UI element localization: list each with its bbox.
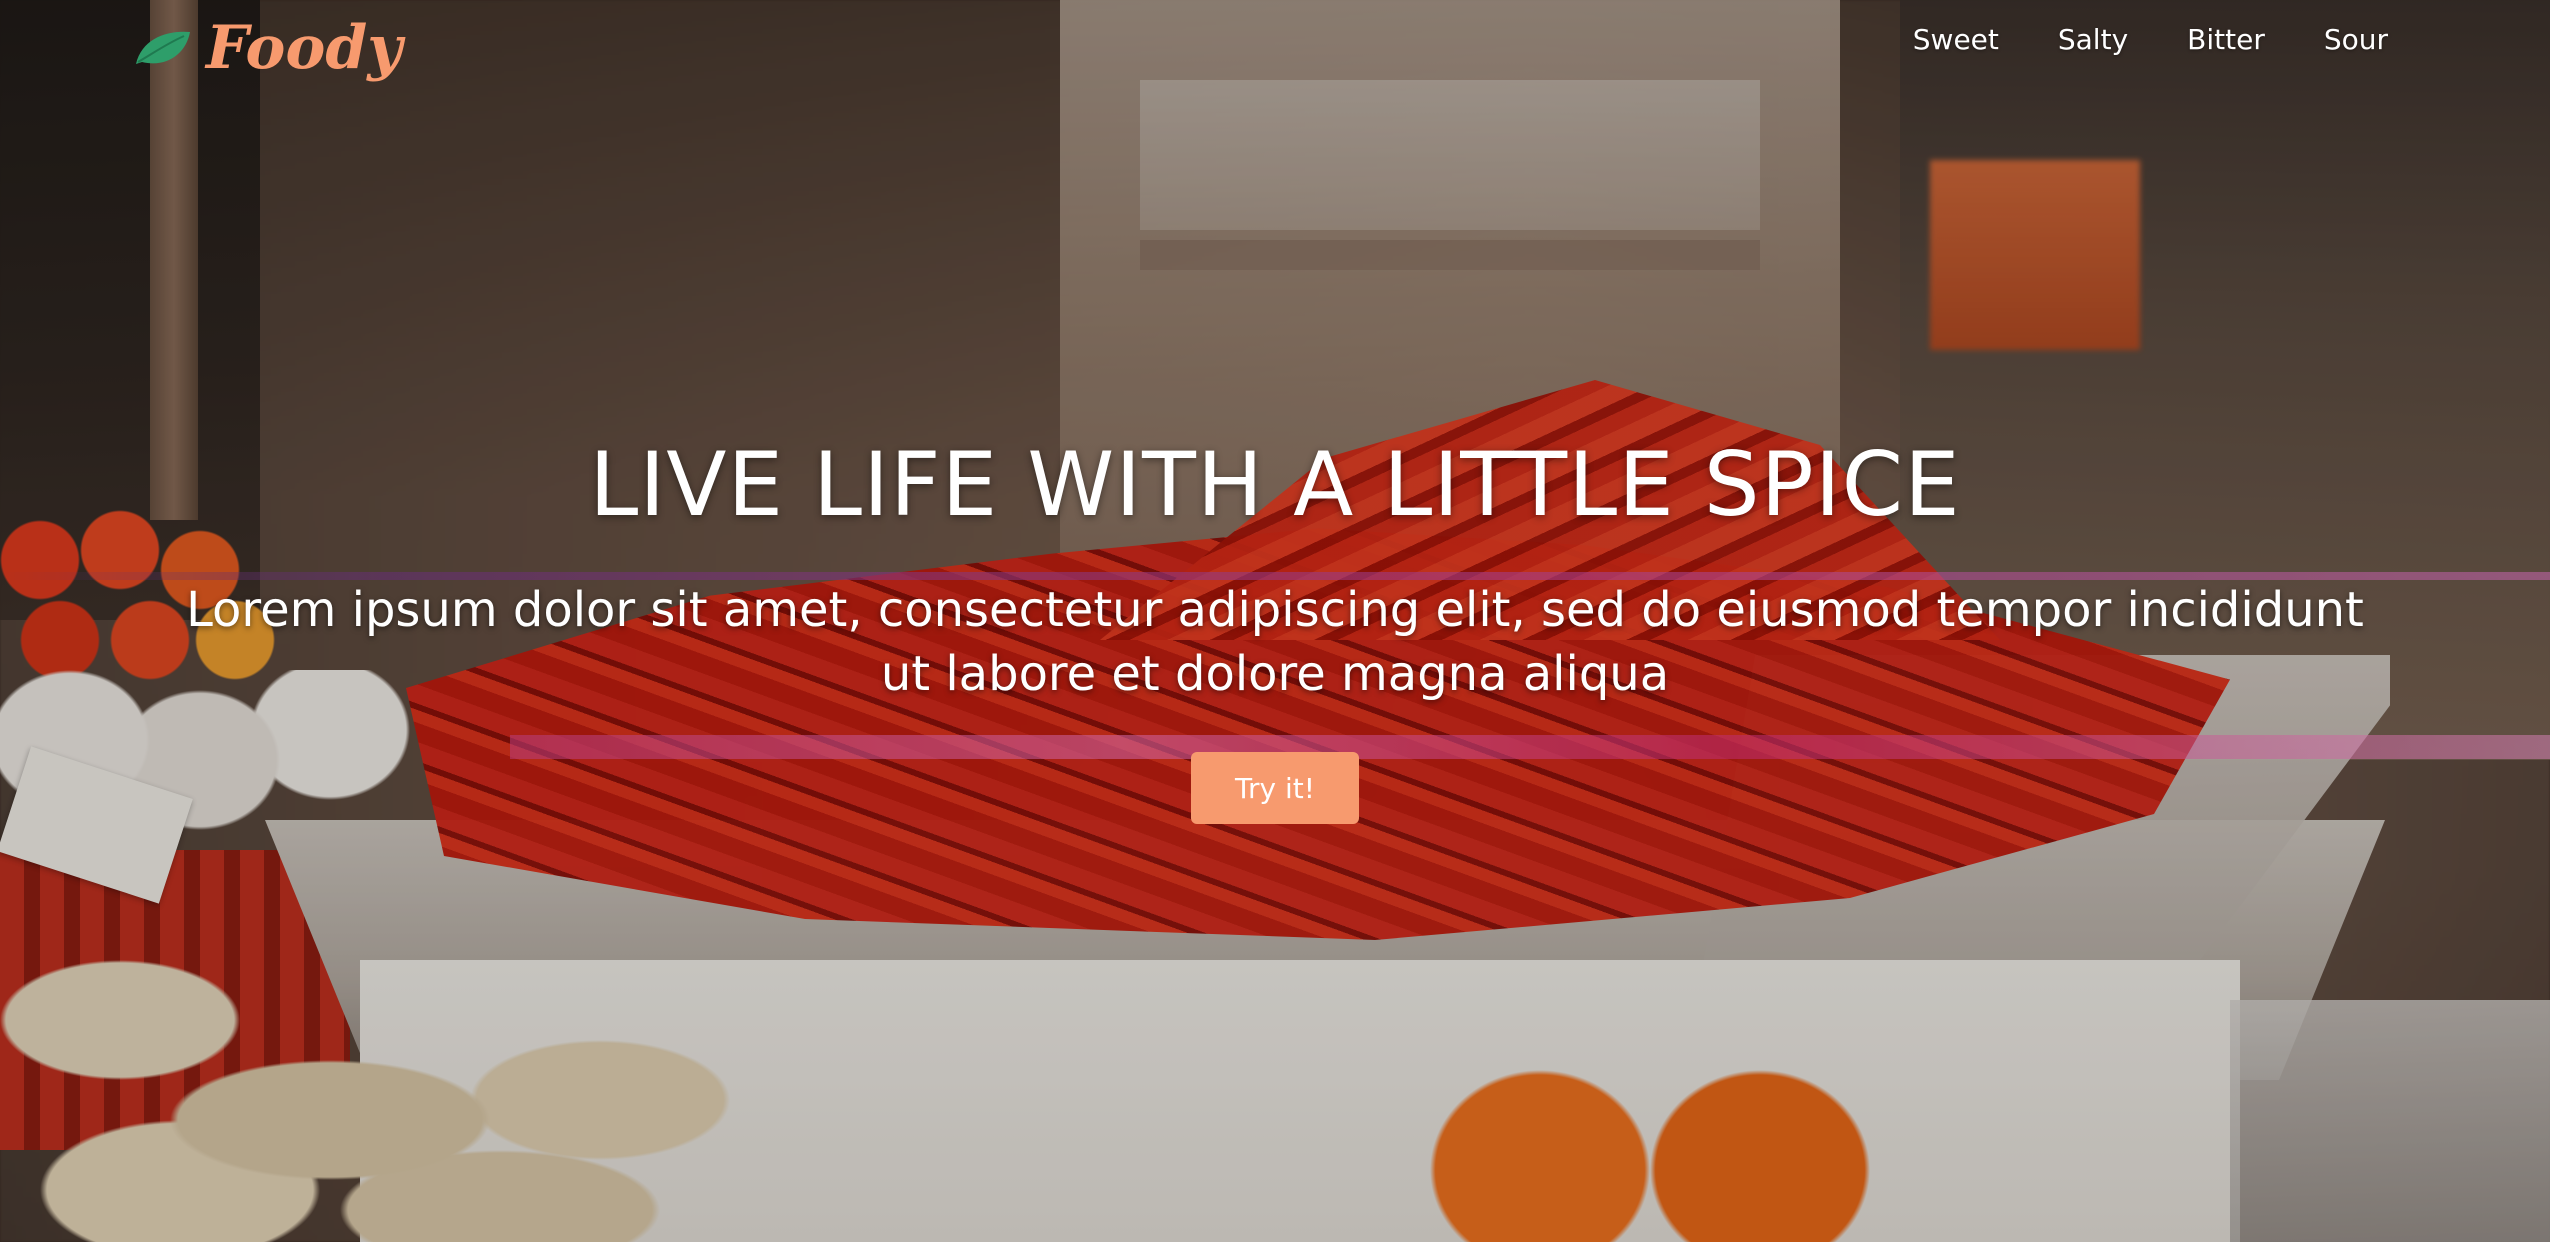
nav-item-sour[interactable]: Sour [2324,18,2388,62]
hero-section: Foody Sweet Salty Bitter Sour LIVE LIFE … [0,0,2550,1242]
top-navigation: Foody Sweet Salty Bitter Sour [0,0,2550,90]
hero-content: LIVE LIFE WITH A LITTLE SPICE Lorem ipsu… [0,420,2550,824]
leaf-icon [136,31,190,64]
nav-item-bitter[interactable]: Bitter [2187,18,2265,62]
try-it-button[interactable]: Try it! [1191,752,1359,824]
nav-item-sweet[interactable]: Sweet [1913,18,1999,62]
brand-logo[interactable]: Foody [132,8,402,88]
hero-subtitle: Lorem ipsum dolor sit amet, consectetur … [186,582,2364,702]
nav-menu: Sweet Salty Bitter Sour [1913,18,2388,62]
hero-headline: LIVE LIFE WITH A LITTLE SPICE [589,433,1961,536]
brand-name: Foody [206,13,403,83]
nav-item-salty[interactable]: Salty [2058,18,2128,62]
